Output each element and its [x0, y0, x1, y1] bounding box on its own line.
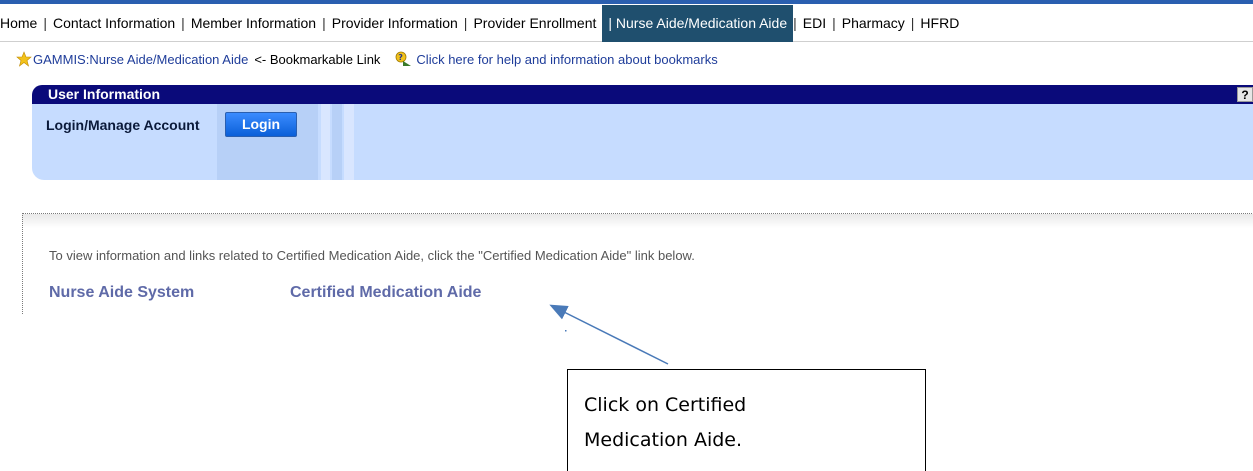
- content-panel: To view information and links related to…: [22, 213, 1253, 314]
- nav-member-information[interactable]: Member Information: [185, 15, 322, 31]
- callout-line-1: Click on Certified: [584, 394, 747, 416]
- bookmarkable-link[interactable]: GAMMIS:Nurse Aide/Medication Aide: [33, 52, 248, 67]
- nav-pharmacy[interactable]: Pharmacy: [836, 15, 911, 31]
- main-nav: Home | Contact Information | Member Info…: [0, 4, 1253, 42]
- bookmarkable-label: <- Bookmarkable Link: [254, 51, 381, 67]
- instruction-callout: Click on Certified Medication Aide.: [567, 369, 926, 471]
- callout-text: Click on Certified Medication Aide.: [584, 388, 804, 458]
- bookmark-help-icon: ?: [396, 51, 412, 66]
- user-information-box: User Information ? Login/Manage Account …: [22, 85, 1253, 180]
- user-information-title: User Information: [48, 86, 161, 102]
- nav-edi[interactable]: EDI: [797, 15, 832, 31]
- callout-line-2: Medication Aide.: [584, 429, 743, 451]
- nav-home[interactable]: Home: [0, 15, 43, 31]
- certified-medication-aide-link[interactable]: Certified Medication Aide: [290, 284, 481, 302]
- login-button[interactable]: Login: [225, 112, 297, 137]
- column-shade: [344, 104, 354, 180]
- bookmark-bar: GAMMIS:Nurse Aide/Medication Aide <- Boo…: [16, 51, 718, 67]
- nav-provider-enrollment[interactable]: Provider Enrollment: [467, 15, 602, 31]
- user-information-header: User Information: [32, 85, 1253, 104]
- nav-contact-information[interactable]: Contact Information: [47, 15, 181, 31]
- bookmark-help-link[interactable]: Click here for help and information abou…: [416, 52, 717, 67]
- help-button[interactable]: ?: [1237, 87, 1253, 102]
- star-icon: [16, 51, 32, 67]
- column-shade: [332, 104, 342, 180]
- nav-separator: |: [608, 14, 613, 31]
- nav-active-label: Nurse Aide/Medication Aide: [615, 14, 788, 31]
- nav-provider-information[interactable]: Provider Information: [326, 15, 464, 31]
- column-shade: [321, 104, 330, 180]
- svg-text:?: ?: [399, 53, 404, 62]
- top-accent-bar: [0, 0, 1253, 4]
- user-information-body: Login/Manage Account Login: [32, 104, 1253, 180]
- login-manage-account-label: Login/Manage Account: [46, 117, 200, 133]
- instruction-text: To view information and links related to…: [49, 248, 695, 263]
- nurse-aide-system-link[interactable]: Nurse Aide System: [49, 284, 194, 302]
- nav-hfrd[interactable]: HFRD: [914, 15, 965, 31]
- nav-nurse-aide-medication-aide[interactable]: | Nurse Aide/Medication Aide: [602, 4, 794, 42]
